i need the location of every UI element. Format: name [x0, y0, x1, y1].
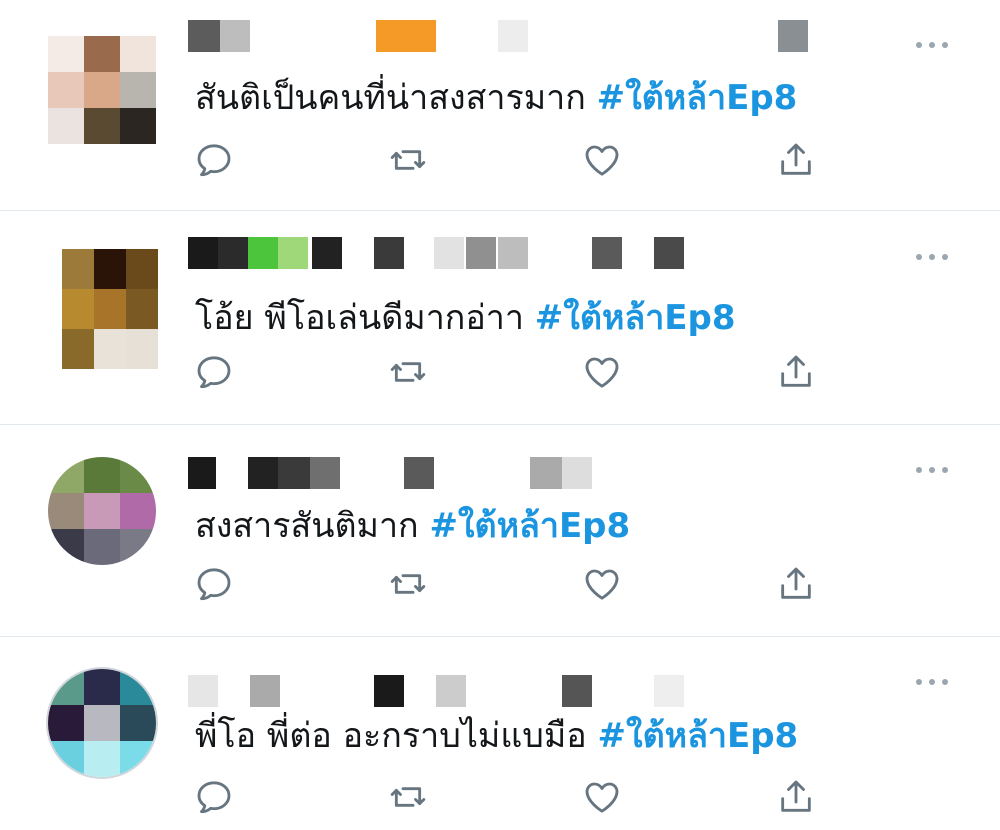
tweet-text: พี่โอ พี่ต่อ อะกราบไม่แบมือ #ใต้หล้าEp8 [195, 714, 798, 758]
avatar[interactable] [48, 669, 156, 777]
tweet-body: สันติเป็นคนที่น่าสงสารมาก [195, 78, 597, 118]
avatar[interactable] [48, 457, 156, 565]
tweet-body: พี่โอ พี่ต่อ อะกราบไม่แบมือ [195, 716, 598, 756]
share-icon[interactable] [774, 138, 818, 182]
reply-icon[interactable] [192, 562, 236, 606]
share-icon[interactable] [774, 562, 818, 606]
tweet[interactable]: สันติเป็นคนที่น่าสงสารมาก #ใต้หล้าEp8 [0, 0, 1000, 210]
tweet-text: สันติเป็นคนที่น่าสงสารมาก #ใต้หล้าEp8 [195, 76, 797, 120]
reply-icon[interactable] [192, 775, 236, 819]
tweet-actions [0, 138, 1000, 182]
tweet-body: สงสารสันติมาก [195, 506, 430, 546]
more-icon[interactable] [914, 463, 950, 477]
like-icon[interactable] [580, 350, 624, 394]
hashtag-link[interactable]: #ใต้หล้าEp8 [597, 716, 798, 756]
avatar[interactable] [48, 36, 156, 144]
tweet-actions [0, 562, 1000, 606]
retweet-icon[interactable] [386, 138, 430, 182]
tweet-actions [0, 350, 1000, 394]
retweet-icon[interactable] [386, 350, 430, 394]
tweet[interactable]: พี่โอ พี่ต่อ อะกราบไม่แบมือ #ใต้หล้าEp8 [0, 637, 1000, 830]
more-icon[interactable] [914, 250, 950, 264]
share-icon[interactable] [774, 775, 818, 819]
reply-icon[interactable] [192, 138, 236, 182]
like-icon[interactable] [580, 775, 624, 819]
more-icon[interactable] [914, 38, 950, 52]
tweet-feed: สันติเป็นคนที่น่าสงสารมาก #ใต้หล้าEp8 โอ… [0, 0, 1000, 830]
share-icon[interactable] [774, 350, 818, 394]
like-icon[interactable] [580, 562, 624, 606]
tweet-body: โอ้ย พีโอเล่นดีมากอ่าา [195, 298, 535, 338]
tweet-text: สงสารสันติมาก #ใต้หล้าEp8 [195, 504, 630, 548]
reply-icon[interactable] [192, 350, 236, 394]
hashtag-link[interactable]: #ใต้หล้าEp8 [535, 298, 736, 338]
hashtag-link[interactable]: #ใต้หล้าEp8 [597, 78, 798, 118]
tweet-actions [0, 775, 1000, 819]
tweet[interactable]: สงสารสันติมาก #ใต้หล้าEp8 [0, 425, 1000, 636]
hashtag-link[interactable]: #ใต้หล้าEp8 [429, 506, 630, 546]
retweet-icon[interactable] [386, 775, 430, 819]
tweet[interactable]: โอ้ย พีโอเล่นดีมากอ่าา #ใต้หล้าEp8 [0, 211, 1000, 424]
retweet-icon[interactable] [386, 562, 430, 606]
like-icon[interactable] [580, 138, 624, 182]
more-icon[interactable] [914, 675, 950, 689]
tweet-text: โอ้ย พีโอเล่นดีมากอ่าา #ใต้หล้าEp8 [195, 296, 736, 340]
